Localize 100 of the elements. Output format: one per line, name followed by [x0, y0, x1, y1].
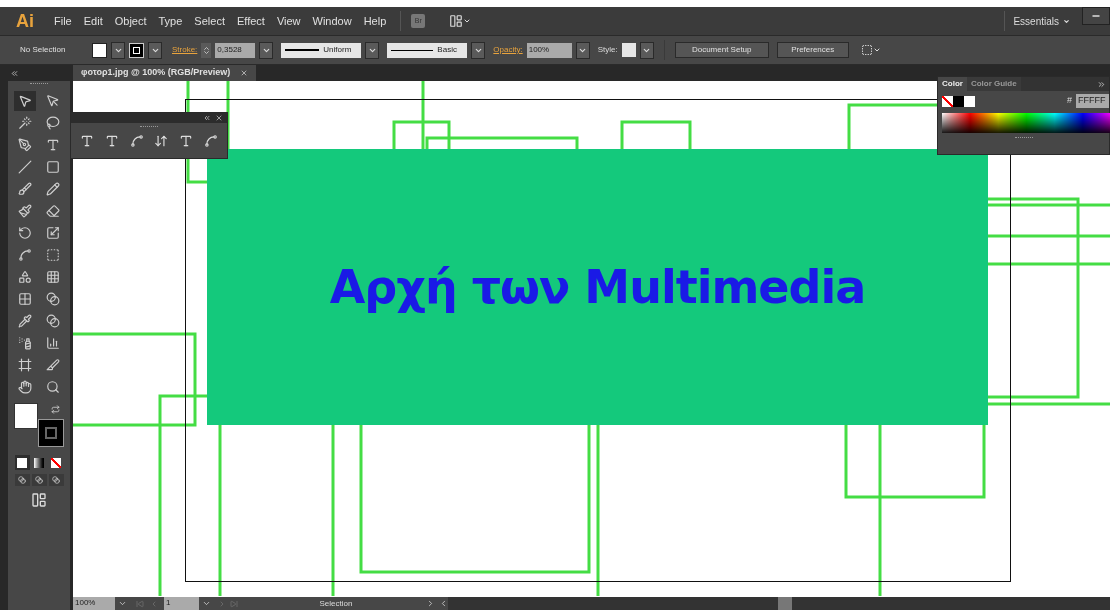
rotate-icon [18, 226, 32, 240]
scroll-left-icon[interactable] [439, 599, 448, 608]
stroke-swatch[interactable] [129, 42, 144, 58]
caret-icon [872, 46, 881, 54]
color-mode-button[interactable] [14, 455, 30, 470]
dropdown-button[interactable] [365, 41, 380, 59]
guide-line [421, 81, 425, 149]
layout-button[interactable] [449, 14, 472, 28]
draw-mode-button[interactable] [31, 474, 47, 486]
curve-icon [18, 248, 32, 262]
status-menu-icon[interactable] [426, 599, 435, 608]
stroke-swatch[interactable] [38, 419, 64, 447]
caret-icon[interactable] [202, 599, 211, 608]
stepper-icon [201, 45, 211, 55]
menu-item[interactable]: Edit [77, 12, 109, 30]
dropdown-button[interactable] [259, 41, 274, 59]
grid-icon [46, 270, 60, 284]
stroke-stepper[interactable] [201, 42, 212, 58]
square-icon [46, 160, 60, 174]
menu-item[interactable]: Object [108, 12, 153, 30]
paintbrush-icon [18, 204, 32, 218]
scale-icon [46, 226, 60, 240]
caret-icon[interactable] [118, 599, 127, 608]
spray-can-icon [18, 336, 32, 350]
path-type-icon[interactable] [203, 134, 218, 148]
selection-label: No Selection [20, 44, 67, 56]
line-icon [18, 160, 32, 174]
close-icon[interactable] [215, 114, 223, 122]
frame-icon [18, 358, 32, 372]
lasso-icon [46, 116, 60, 130]
style-swatch[interactable] [621, 43, 636, 57]
shapes-icon [18, 270, 32, 284]
brush-dropdown[interactable]: Basic [387, 42, 468, 58]
menu-item[interactable]: Window [306, 12, 358, 30]
swatch[interactable] [953, 95, 964, 107]
close-icon[interactable] [240, 69, 249, 77]
menu-item[interactable]: File [48, 12, 78, 30]
dashed-square-icon [46, 248, 60, 262]
tool-button[interactable] [14, 91, 36, 111]
current-tool-label[interactable]: Selection [248, 597, 424, 610]
hex-label: # [1067, 94, 1072, 108]
swatch[interactable] [964, 95, 975, 107]
arrange-button[interactable] [860, 44, 881, 56]
dropdown-button[interactable] [111, 41, 125, 59]
menu-item[interactable]: View [270, 12, 307, 30]
dropdown-button[interactable] [639, 41, 654, 59]
type-icon [46, 138, 60, 152]
document-tab[interactable]: φοτορ1.jpg @ 100% (RGB/Preview) [73, 65, 257, 81]
stroke-label[interactable]: Stroke: [172, 44, 198, 56]
menu-item[interactable]: Effect [230, 12, 271, 30]
stroke-field[interactable]: 0,3528 [215, 42, 256, 58]
fill-swatch[interactable] [14, 403, 38, 429]
layout-icon [449, 14, 464, 28]
panel-tab[interactable]: Color Guide [966, 77, 1021, 91]
screen-mode-icon[interactable] [31, 492, 47, 508]
path-type-icon[interactable] [129, 134, 144, 148]
dropdown-button[interactable] [471, 41, 486, 59]
hex-field[interactable]: FFFFF [1076, 94, 1109, 108]
zoom-field[interactable]: 100% [73, 597, 115, 610]
search-icon [46, 380, 60, 394]
type-icon[interactable] [80, 134, 95, 148]
mesh-icon [18, 292, 32, 306]
collapse-icon[interactable] [203, 114, 211, 122]
eraser-icon [46, 204, 60, 218]
toolbar-button[interactable]: Document Setup [674, 42, 769, 58]
none-swatch[interactable] [942, 95, 953, 107]
menu-item[interactable]: Help [357, 12, 393, 30]
draw-mode-button[interactable] [48, 474, 64, 486]
pipette-icon [18, 314, 32, 328]
toolbar-button[interactable]: Preferences [776, 42, 849, 58]
draw-mode-button[interactable] [14, 474, 30, 486]
pen-icon [18, 138, 32, 152]
color-spectrum[interactable] [942, 113, 1110, 133]
panel-menu-icon[interactable] [1097, 79, 1106, 89]
workspace-switcher[interactable]: Essentials [1013, 13, 1070, 29]
minimize-button[interactable] [1082, 7, 1110, 25]
style-label: Style: [597, 44, 618, 56]
swap-icon[interactable] [51, 405, 60, 414]
menu-item[interactable]: Select [188, 12, 231, 30]
fill-swatch[interactable] [92, 42, 107, 58]
collapse-icon[interactable] [10, 68, 19, 78]
bar-chart-icon [46, 336, 60, 350]
pointer-icon [18, 94, 32, 108]
menu-item[interactable]: Type [152, 12, 189, 30]
opacity-label[interactable]: Opacity: [493, 44, 523, 56]
caret-icon [1063, 17, 1070, 25]
pencil-icon [46, 182, 60, 196]
hand-icon [18, 380, 32, 394]
dropdown-button[interactable] [575, 41, 590, 59]
opacity-field[interactable]: 100% [526, 42, 572, 58]
page-field[interactable]: 1 [164, 597, 199, 610]
scroll-thumb[interactable] [778, 597, 792, 610]
dropdown-button[interactable] [148, 41, 162, 59]
panel-tab[interactable]: Color [938, 77, 967, 91]
pointer-icon [46, 94, 60, 108]
none-mode-button[interactable] [48, 455, 64, 470]
wand-icon [18, 116, 32, 130]
vertical-type-icon[interactable] [154, 134, 169, 148]
profile-dropdown[interactable]: Uniform [281, 42, 362, 58]
gradient-mode-button[interactable] [31, 455, 47, 470]
